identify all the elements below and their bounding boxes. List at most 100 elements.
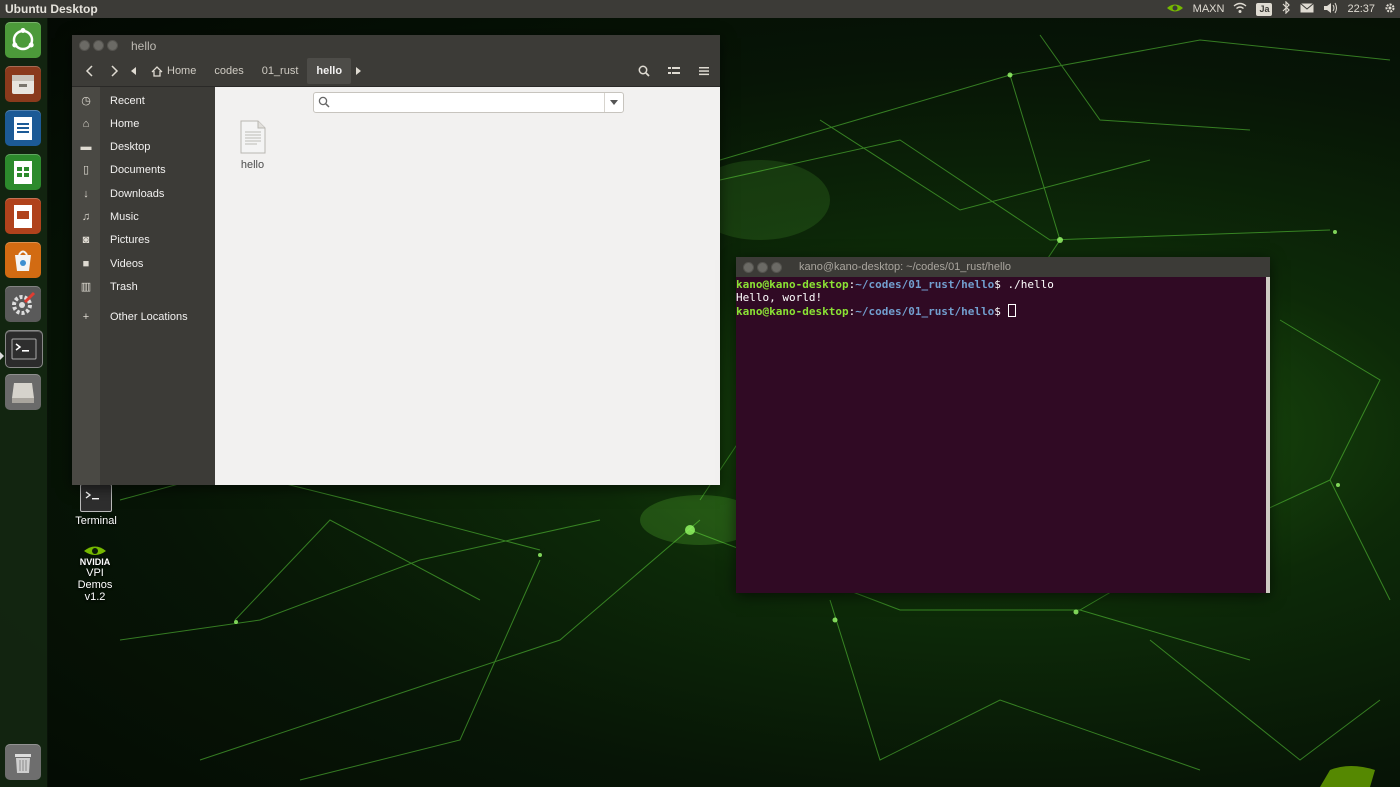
forward-button[interactable] xyxy=(102,58,126,84)
sidebar-item-desktop[interactable]: ▬ Desktop xyxy=(72,135,215,158)
keyboard-layout-indicator[interactable]: Ja xyxy=(1256,2,1273,16)
search-button[interactable] xyxy=(632,58,656,84)
sidebar-item-recent[interactable]: ◷ Recent xyxy=(72,89,215,112)
sidebar-item-label: Pictures xyxy=(110,233,150,246)
home-icon: ⌂ xyxy=(82,117,90,130)
desktop-icon-label: Terminal xyxy=(75,515,117,527)
document-icon: ▯ xyxy=(82,164,90,176)
search-field[interactable] xyxy=(313,92,624,113)
view-options-button[interactable] xyxy=(662,58,686,84)
calc-icon[interactable] xyxy=(5,154,41,190)
minimize-window-button[interactable] xyxy=(757,261,768,273)
camera-icon: ◙ xyxy=(82,233,90,246)
terminal-titlebar[interactable]: kano@kano-desktop: ~/codes/01_rust/hello xyxy=(736,257,1270,277)
files-toolbar: Home codes 01_rust hello xyxy=(72,56,720,87)
menu-button[interactable] xyxy=(692,58,716,84)
files-icon[interactable] xyxy=(5,66,41,102)
places-sidebar: ◷ Recent ⌂ Home ▬ Desktop ▯ Documents ↓ … xyxy=(72,87,215,485)
sidebar-item-label: Trash xyxy=(110,280,138,293)
terminal-icon xyxy=(80,484,112,512)
files-window-title: hello xyxy=(131,38,157,53)
breadcrumb-label: Home xyxy=(167,65,197,77)
plus-icon: + xyxy=(82,310,90,323)
terminal-output[interactable]: kano@kano-desktop:~/codes/01_rust/hello$… xyxy=(736,277,1270,318)
chevron-right-icon xyxy=(111,65,119,77)
mail-icon[interactable] xyxy=(1300,2,1315,16)
software-icon[interactable] xyxy=(5,242,41,278)
file-item[interactable]: hello xyxy=(235,120,270,171)
breadcrumb-scroll-right[interactable] xyxy=(351,58,367,84)
command-text: $ xyxy=(994,305,1008,318)
terminal-scrollbar[interactable] xyxy=(1266,277,1270,593)
sidebar-item-downloads[interactable]: ↓ Downloads xyxy=(72,182,215,205)
sidebar-item-label: Other Locations xyxy=(110,310,188,323)
trash-icon: ▥ xyxy=(80,281,92,293)
sidebar-item-pictures[interactable]: ◙ Pictures xyxy=(72,228,215,251)
close-window-button[interactable] xyxy=(79,40,90,51)
settings-icon[interactable] xyxy=(5,286,41,322)
desktop-vpi-demos-shortcut[interactable]: NVIDIA VPI Demos v1.2 xyxy=(62,544,128,603)
clock-label[interactable]: 22:37 xyxy=(1347,3,1375,15)
prompt-path: ~/codes/01_rust/hello xyxy=(855,305,995,318)
search-icon xyxy=(318,96,330,108)
active-app-indicator xyxy=(0,352,4,360)
sidebar-item-other-locations[interactable]: + Other Locations xyxy=(72,305,215,328)
wifi-icon[interactable] xyxy=(1233,2,1247,17)
nvidia-indicator-icon[interactable] xyxy=(1166,2,1184,17)
terminal-window: kano@kano-desktop: ~/codes/01_rust/hello… xyxy=(736,257,1270,593)
top-panel: Ubuntu Desktop MAXN Ja 22:37 xyxy=(0,0,1400,18)
sidebar-item-documents[interactable]: ▯ Documents xyxy=(72,158,215,181)
power-mode-label[interactable]: MAXN xyxy=(1193,3,1225,15)
sidebar-item-trash[interactable]: ▥ Trash xyxy=(72,275,215,298)
volume-icon[interactable] xyxy=(1323,2,1338,17)
bluetooth-icon[interactable] xyxy=(1281,0,1291,17)
breadcrumb-home[interactable]: Home xyxy=(142,58,205,84)
terminal-window-title: kano@kano-desktop: ~/codes/01_rust/hello xyxy=(799,261,1012,273)
breadcrumb-scroll-left[interactable] xyxy=(126,58,142,84)
breadcrumb: Home codes 01_rust hello xyxy=(142,58,352,84)
minimize-window-button[interactable] xyxy=(93,40,104,51)
top-panel-title: Ubuntu Desktop xyxy=(5,2,98,16)
writer-icon[interactable] xyxy=(5,110,41,146)
command-output: Hello, world! xyxy=(736,291,823,304)
maximize-window-button[interactable] xyxy=(107,40,118,51)
sidebar-item-videos[interactable]: ■ Videos xyxy=(72,252,215,275)
prompt-path: ~/codes/01_rust/hello xyxy=(855,278,995,291)
nvidia-logo-icon xyxy=(82,544,108,557)
nvidia-corner-logo xyxy=(1320,766,1375,787)
maximize-window-button[interactable] xyxy=(771,261,782,273)
ubuntu-dash-icon[interactable] xyxy=(5,22,41,58)
clock-icon: ◷ xyxy=(81,95,91,107)
system-gear-icon[interactable] xyxy=(1384,2,1396,17)
back-button[interactable] xyxy=(78,58,102,84)
download-icon: ↓ xyxy=(83,187,89,200)
drive-icon[interactable] xyxy=(5,374,41,410)
search-icon xyxy=(638,65,650,77)
folder-icon: ▬ xyxy=(80,140,92,153)
desktop-icon-label: VPI Demos v1.2 xyxy=(77,567,113,603)
files-window-titlebar[interactable]: hello xyxy=(72,35,720,56)
sidebar-item-music[interactable]: ♫ Music xyxy=(72,205,215,228)
file-name: hello xyxy=(240,159,265,171)
prompt-user: kano@kano-desktop xyxy=(736,305,849,318)
sidebar-item-label: Downloads xyxy=(110,187,165,200)
close-window-button[interactable] xyxy=(743,261,754,273)
impress-icon[interactable] xyxy=(5,198,41,234)
breadcrumb-codes[interactable]: codes xyxy=(205,58,252,84)
terminal-icon[interactable] xyxy=(5,330,43,368)
breadcrumb-hello[interactable]: hello xyxy=(307,58,352,84)
files-window: hello Home codes 01_rust hello ◷ Recent … xyxy=(72,35,720,485)
prompt-user: kano@kano-desktop xyxy=(736,278,849,291)
breadcrumb-01-rust[interactable]: 01_rust xyxy=(253,58,308,84)
launcher xyxy=(0,18,48,787)
home-icon xyxy=(151,65,163,77)
sidebar-item-home[interactable]: ⌂ Home xyxy=(72,112,215,135)
trash-icon[interactable] xyxy=(5,744,41,780)
search-options-dropdown[interactable] xyxy=(604,93,623,112)
command-text: $ ./hello xyxy=(994,278,1054,291)
sidebar-item-label: Recent xyxy=(110,94,145,107)
search-input[interactable] xyxy=(334,94,603,111)
sidebar-item-label: Videos xyxy=(110,257,144,270)
arrow-right-icon xyxy=(356,67,362,75)
desktop-terminal-shortcut[interactable]: Terminal xyxy=(66,484,126,527)
